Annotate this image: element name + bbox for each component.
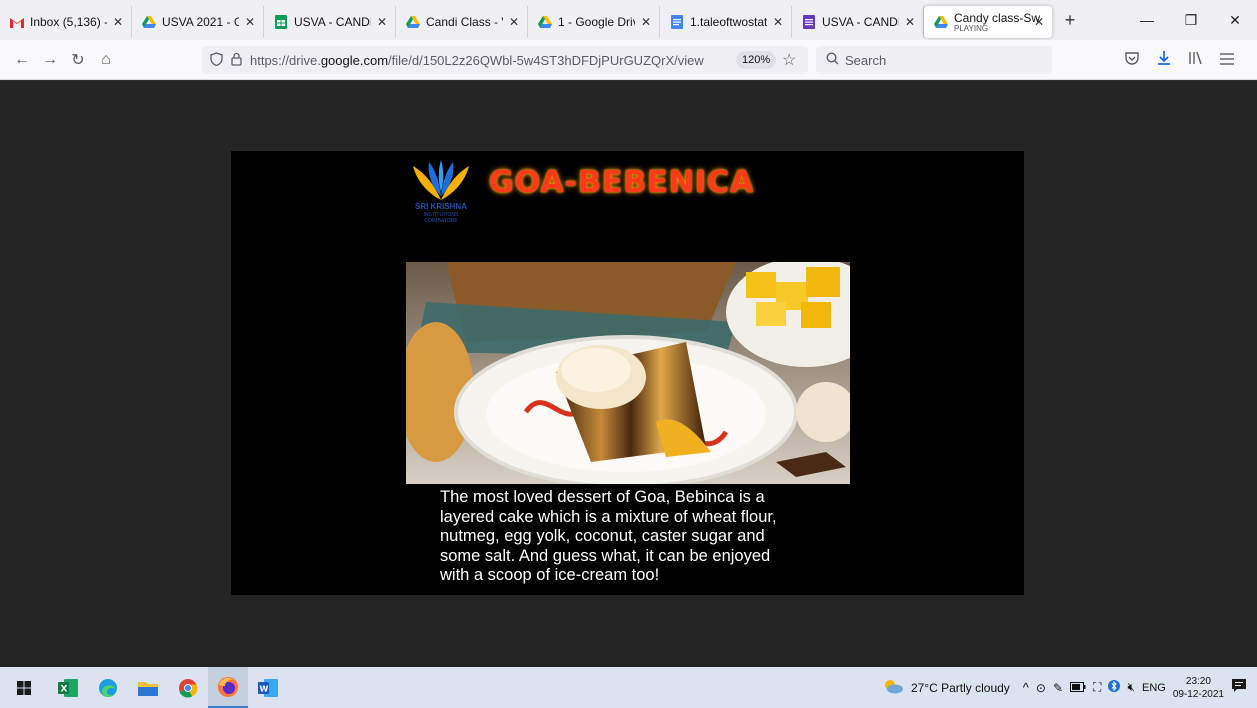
drive-viewer: SRI KRISHNA INSTITUTIONS COIMBATORE GOA-B…	[0, 81, 1257, 667]
svg-text:X: X	[61, 684, 68, 694]
playing-indicator: PLAYING	[954, 24, 989, 33]
clock[interactable]: 23:20 09-12-2021	[1173, 675, 1224, 701]
logo-subtext: INSTITUTIONS COIMBATORE	[403, 212, 479, 224]
reload-button[interactable]: ↻	[64, 50, 92, 70]
new-tab-button[interactable]: +	[1052, 10, 1088, 31]
bookmark-star-icon[interactable]: ☆	[782, 50, 796, 70]
google-sheets-icon	[274, 15, 288, 29]
close-icon[interactable]: ✕	[641, 15, 651, 29]
url-prefix: https://drive.	[250, 52, 321, 68]
firefox-icon[interactable]	[208, 667, 248, 708]
close-icon[interactable]: ✕	[377, 15, 387, 29]
tab-title: Candi Class - Vid	[426, 15, 503, 29]
window-close-button[interactable]: ✕	[1213, 12, 1257, 29]
tab-candy-class-active[interactable]: Candy class-Swe PLAYING ✕	[924, 6, 1052, 38]
tab-title: USVA 2021 - Goo	[162, 15, 239, 29]
close-icon[interactable]: ✕	[773, 15, 783, 29]
tracking-protection-icon[interactable]	[210, 51, 223, 69]
close-icon[interactable]: ✕	[1034, 15, 1044, 29]
tab-title: Candy class-Swe	[954, 11, 1040, 25]
zoom-indicator[interactable]: 120%	[736, 51, 777, 69]
volume-muted-icon[interactable]: 🔇︎	[1127, 680, 1135, 695]
back-button[interactable]: ←	[8, 51, 36, 69]
tab-title: 1 - Google Drive	[558, 15, 635, 29]
sri-krishna-logo: SRI KRISHNA INSTITUTIONS COIMBATORE	[403, 156, 483, 231]
caption-line: some salt. And guess what, it can be enj…	[440, 546, 771, 565]
tab-title: 1.taleoftwostate	[690, 15, 767, 29]
tab-gmail-inbox[interactable]: Inbox (5,136) - a ✕	[0, 6, 132, 38]
close-icon[interactable]: ✕	[113, 15, 123, 29]
restore-button[interactable]: ❐	[1169, 12, 1213, 29]
close-icon[interactable]: ✕	[509, 15, 519, 29]
video-caption: The most loved dessert of Goa, Bebinca i…	[440, 488, 820, 586]
tab-title: USVA - CANDI C	[822, 15, 899, 29]
clock-time: 23:20	[1185, 675, 1211, 687]
chevron-up-icon[interactable]: ^	[1023, 680, 1029, 695]
caption-line: The most loved dessert of Goa, Bebinca i…	[440, 488, 765, 506]
tab-google-drive[interactable]: 1 - Google Drive ✕	[528, 6, 660, 38]
close-icon[interactable]: ✕	[245, 15, 255, 29]
google-drive-icon	[142, 15, 156, 29]
download-icon[interactable]	[1156, 50, 1172, 71]
clock-date: 09-12-2021	[1172, 688, 1224, 700]
word-icon[interactable]: W	[248, 667, 288, 708]
edge-icon[interactable]	[88, 667, 128, 708]
weather-partly-cloudy-icon[interactable]	[882, 678, 904, 697]
tab-usva-candi-form[interactable]: USVA - CANDI C ✕	[792, 6, 924, 38]
url-bar[interactable]: https://drive.google.com/file/d/150L2z26…	[202, 46, 808, 74]
system-tray: 27°C Partly cloudy ^ ⊙ ✎ ⛶ 🔇︎ ENG 23:20 …	[882, 667, 1257, 708]
url-domain: google.com	[320, 52, 389, 68]
home-button[interactable]: ⌂	[92, 51, 120, 69]
google-drive-icon	[538, 15, 552, 29]
forward-button[interactable]: →	[36, 51, 64, 69]
tab-tale-of-two-states[interactable]: 1.taleoftwostate ✕	[660, 6, 792, 38]
battery-icon[interactable]	[1070, 681, 1086, 695]
caption-line: nutmeg, egg yolk, coconut, caster sugar …	[440, 527, 765, 545]
google-drive-icon	[934, 15, 948, 29]
windows-start-icon[interactable]	[0, 667, 48, 708]
bluetooth-icon[interactable]	[1108, 679, 1121, 696]
tab-usva-2021[interactable]: USVA 2021 - Goo ✕	[132, 6, 264, 38]
tab-title: Inbox (5,136) - a	[30, 15, 107, 29]
pen-icon[interactable]: ✎	[1053, 681, 1063, 695]
logo-text: SRI KRISHNA	[414, 202, 467, 211]
google-forms-icon	[802, 15, 816, 29]
tab-title-group: Candy class-Swe PLAYING	[954, 11, 1040, 33]
url-text: https://drive.google.com/file/d/150L2z26…	[250, 53, 704, 68]
language-indicator[interactable]: ENG	[1142, 682, 1166, 694]
file-explorer-icon[interactable]	[128, 667, 168, 708]
pocket-icon[interactable]	[1124, 50, 1140, 68]
search-icon	[826, 52, 839, 68]
lock-icon[interactable]	[231, 52, 242, 69]
video-title: GOA-BEBENICA	[489, 165, 755, 200]
tab-title: USVA - CANDI C	[294, 15, 371, 29]
bebinca-dessert-photo	[406, 262, 850, 484]
caption-line: with a scoop of ice-cream too!	[440, 566, 660, 584]
tab-candi-class-video[interactable]: Candi Class - Vid ✕	[396, 6, 528, 38]
gmail-icon	[10, 15, 24, 29]
video-player[interactable]: SRI KRISHNA INSTITUTIONS COIMBATORE GOA-B…	[231, 151, 1024, 595]
windows-taskbar: X W 27°C Partly cloudy ^ ⊙ ✎ ⛶ 🔇︎ ENG 23…	[0, 667, 1257, 708]
tab-usva-candi-sheet[interactable]: USVA - CANDI C ✕	[264, 6, 396, 38]
network-icon[interactable]: ⛶	[1093, 680, 1101, 695]
url-path: /file/d/150L2z26QWbl-5w4ST3hDFDjPUrGUZQr…	[388, 52, 704, 68]
caption-line: layered cake which is a mixture of wheat…	[440, 507, 777, 526]
menu-icon[interactable]	[1220, 52, 1234, 70]
svg-text:W: W	[260, 684, 269, 693]
close-icon[interactable]: ✕	[905, 15, 915, 29]
minimize-button[interactable]: —	[1125, 12, 1169, 28]
notification-icon[interactable]	[1231, 678, 1247, 697]
search-placeholder: Search	[845, 52, 887, 68]
logo-city: COIMBATORE	[424, 218, 458, 224]
excel-icon[interactable]: X	[48, 667, 88, 708]
tab-strip: Inbox (5,136) - a ✕ USVA 2021 - Goo ✕ US…	[0, 0, 1257, 40]
library-icon[interactable]	[1188, 51, 1204, 70]
google-docs-icon	[670, 15, 684, 29]
google-drive-icon	[406, 15, 420, 29]
chrome-icon[interactable]	[168, 667, 208, 708]
search-box[interactable]: Search	[816, 46, 1052, 74]
weather-text[interactable]: 27°C Partly cloudy	[911, 681, 1010, 695]
meet-now-icon[interactable]: ⊙	[1036, 681, 1046, 695]
